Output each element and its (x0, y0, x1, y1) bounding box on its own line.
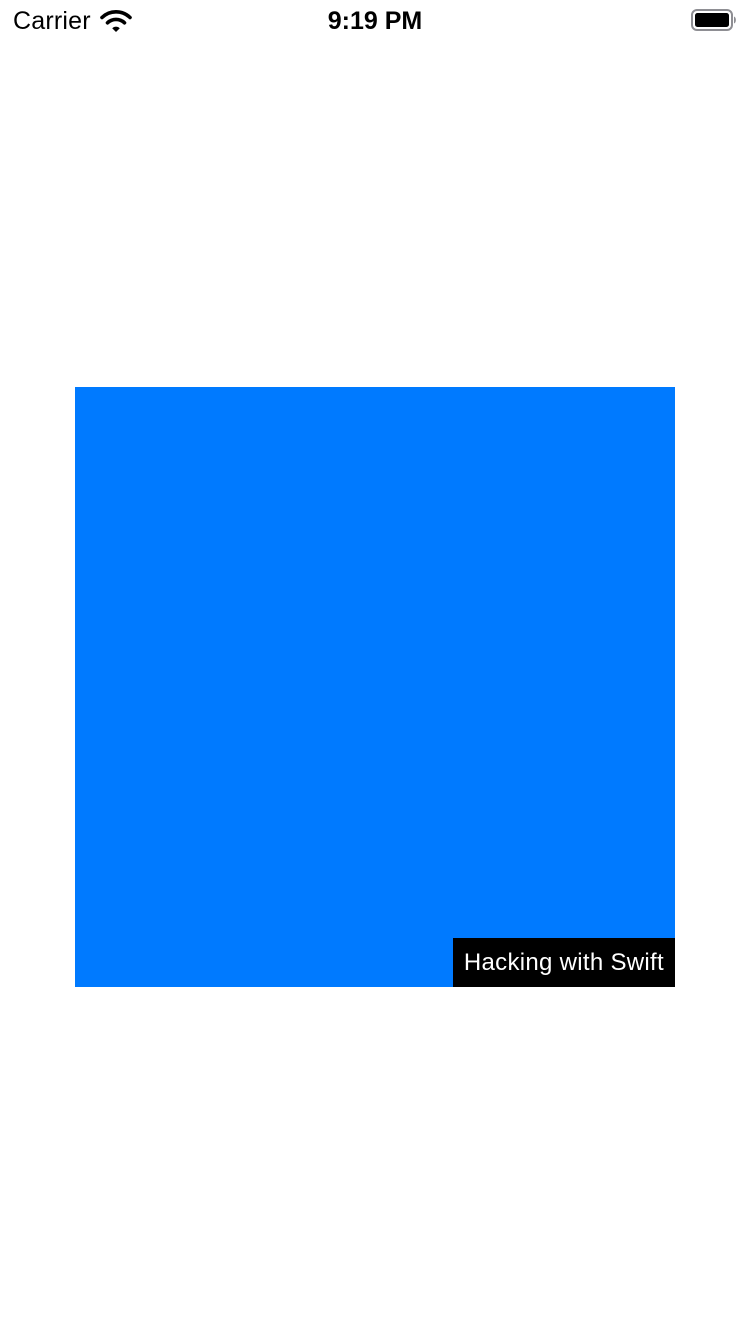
blue-square-view: Hacking with Swift (75, 387, 675, 987)
app-screen: Carrier 9:19 PM Hacking with Swift (0, 0, 750, 1334)
status-time: 9:19 PM (327, 7, 423, 35)
battery-icon (691, 9, 737, 31)
status-bar: Carrier 9:19 PM (0, 0, 750, 40)
caption-label: Hacking with Swift (452, 938, 675, 987)
